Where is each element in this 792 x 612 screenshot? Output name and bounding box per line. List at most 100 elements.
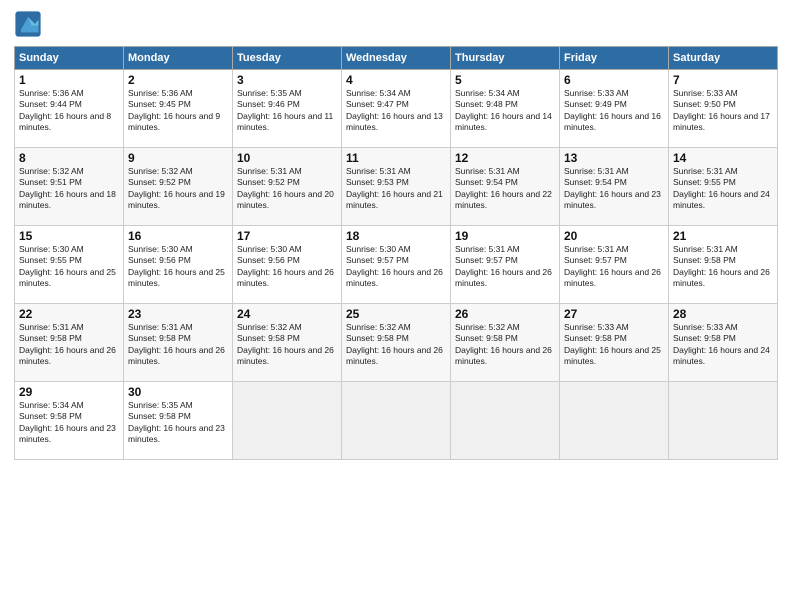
- day-number: 5: [455, 73, 555, 87]
- day-info: Sunrise: 5:32 AMSunset: 9:51 PMDaylight:…: [19, 166, 116, 210]
- table-row: 13 Sunrise: 5:31 AMSunset: 9:54 PMDaylig…: [560, 148, 669, 226]
- table-row: 2 Sunrise: 5:36 AMSunset: 9:45 PMDayligh…: [124, 70, 233, 148]
- table-row: 9 Sunrise: 5:32 AMSunset: 9:52 PMDayligh…: [124, 148, 233, 226]
- table-row: [669, 382, 778, 460]
- table-row: 28 Sunrise: 5:33 AMSunset: 9:58 PMDaylig…: [669, 304, 778, 382]
- day-number: 15: [19, 229, 119, 243]
- day-info: Sunrise: 5:31 AMSunset: 9:54 PMDaylight:…: [455, 166, 552, 210]
- day-number: 17: [237, 229, 337, 243]
- col-header-wednesday: Wednesday: [342, 47, 451, 70]
- day-info: Sunrise: 5:31 AMSunset: 9:54 PMDaylight:…: [564, 166, 661, 210]
- col-header-friday: Friday: [560, 47, 669, 70]
- day-number: 1: [19, 73, 119, 87]
- day-info: Sunrise: 5:35 AMSunset: 9:58 PMDaylight:…: [128, 400, 225, 444]
- table-row: 8 Sunrise: 5:32 AMSunset: 9:51 PMDayligh…: [15, 148, 124, 226]
- table-row: 12 Sunrise: 5:31 AMSunset: 9:54 PMDaylig…: [451, 148, 560, 226]
- table-row: 26 Sunrise: 5:32 AMSunset: 9:58 PMDaylig…: [451, 304, 560, 382]
- header: [14, 10, 778, 38]
- day-number: 25: [346, 307, 446, 321]
- day-info: Sunrise: 5:31 AMSunset: 9:55 PMDaylight:…: [673, 166, 770, 210]
- col-header-tuesday: Tuesday: [233, 47, 342, 70]
- table-row: 21 Sunrise: 5:31 AMSunset: 9:58 PMDaylig…: [669, 226, 778, 304]
- day-number: 12: [455, 151, 555, 165]
- table-row: 30 Sunrise: 5:35 AMSunset: 9:58 PMDaylig…: [124, 382, 233, 460]
- day-number: 20: [564, 229, 664, 243]
- day-info: Sunrise: 5:34 AMSunset: 9:47 PMDaylight:…: [346, 88, 443, 132]
- table-row: 3 Sunrise: 5:35 AMSunset: 9:46 PMDayligh…: [233, 70, 342, 148]
- day-number: 24: [237, 307, 337, 321]
- day-info: Sunrise: 5:31 AMSunset: 9:53 PMDaylight:…: [346, 166, 443, 210]
- day-number: 22: [19, 307, 119, 321]
- day-number: 18: [346, 229, 446, 243]
- day-info: Sunrise: 5:33 AMSunset: 9:49 PMDaylight:…: [564, 88, 661, 132]
- day-info: Sunrise: 5:31 AMSunset: 9:58 PMDaylight:…: [19, 322, 116, 366]
- table-row: 7 Sunrise: 5:33 AMSunset: 9:50 PMDayligh…: [669, 70, 778, 148]
- calendar-week-row: 29 Sunrise: 5:34 AMSunset: 9:58 PMDaylig…: [15, 382, 778, 460]
- day-info: Sunrise: 5:30 AMSunset: 9:57 PMDaylight:…: [346, 244, 443, 288]
- col-header-thursday: Thursday: [451, 47, 560, 70]
- day-number: 30: [128, 385, 228, 399]
- day-number: 2: [128, 73, 228, 87]
- day-info: Sunrise: 5:31 AMSunset: 9:52 PMDaylight:…: [237, 166, 334, 210]
- day-number: 19: [455, 229, 555, 243]
- day-number: 28: [673, 307, 773, 321]
- calendar-week-row: 1 Sunrise: 5:36 AMSunset: 9:44 PMDayligh…: [15, 70, 778, 148]
- table-row: 22 Sunrise: 5:31 AMSunset: 9:58 PMDaylig…: [15, 304, 124, 382]
- day-info: Sunrise: 5:31 AMSunset: 9:58 PMDaylight:…: [673, 244, 770, 288]
- day-number: 8: [19, 151, 119, 165]
- table-row: 6 Sunrise: 5:33 AMSunset: 9:49 PMDayligh…: [560, 70, 669, 148]
- day-info: Sunrise: 5:36 AMSunset: 9:45 PMDaylight:…: [128, 88, 220, 132]
- table-row: 17 Sunrise: 5:30 AMSunset: 9:56 PMDaylig…: [233, 226, 342, 304]
- day-info: Sunrise: 5:33 AMSunset: 9:58 PMDaylight:…: [673, 322, 770, 366]
- table-row: [560, 382, 669, 460]
- day-info: Sunrise: 5:30 AMSunset: 9:55 PMDaylight:…: [19, 244, 116, 288]
- day-info: Sunrise: 5:33 AMSunset: 9:50 PMDaylight:…: [673, 88, 770, 132]
- table-row: 23 Sunrise: 5:31 AMSunset: 9:58 PMDaylig…: [124, 304, 233, 382]
- day-info: Sunrise: 5:35 AMSunset: 9:46 PMDaylight:…: [237, 88, 333, 132]
- table-row: 19 Sunrise: 5:31 AMSunset: 9:57 PMDaylig…: [451, 226, 560, 304]
- table-row: 25 Sunrise: 5:32 AMSunset: 9:58 PMDaylig…: [342, 304, 451, 382]
- table-row: 24 Sunrise: 5:32 AMSunset: 9:58 PMDaylig…: [233, 304, 342, 382]
- calendar-week-row: 15 Sunrise: 5:30 AMSunset: 9:55 PMDaylig…: [15, 226, 778, 304]
- day-number: 23: [128, 307, 228, 321]
- day-info: Sunrise: 5:32 AMSunset: 9:52 PMDaylight:…: [128, 166, 225, 210]
- day-number: 29: [19, 385, 119, 399]
- day-info: Sunrise: 5:31 AMSunset: 9:57 PMDaylight:…: [455, 244, 552, 288]
- day-info: Sunrise: 5:36 AMSunset: 9:44 PMDaylight:…: [19, 88, 111, 132]
- table-row: 14 Sunrise: 5:31 AMSunset: 9:55 PMDaylig…: [669, 148, 778, 226]
- table-row: 1 Sunrise: 5:36 AMSunset: 9:44 PMDayligh…: [15, 70, 124, 148]
- table-row: [342, 382, 451, 460]
- day-number: 7: [673, 73, 773, 87]
- calendar: SundayMondayTuesdayWednesdayThursdayFrid…: [14, 46, 778, 460]
- day-info: Sunrise: 5:34 AMSunset: 9:48 PMDaylight:…: [455, 88, 552, 132]
- day-number: 27: [564, 307, 664, 321]
- table-row: 5 Sunrise: 5:34 AMSunset: 9:48 PMDayligh…: [451, 70, 560, 148]
- table-row: 16 Sunrise: 5:30 AMSunset: 9:56 PMDaylig…: [124, 226, 233, 304]
- col-header-monday: Monday: [124, 47, 233, 70]
- table-row: 20 Sunrise: 5:31 AMSunset: 9:57 PMDaylig…: [560, 226, 669, 304]
- day-number: 21: [673, 229, 773, 243]
- table-row: 27 Sunrise: 5:33 AMSunset: 9:58 PMDaylig…: [560, 304, 669, 382]
- day-info: Sunrise: 5:30 AMSunset: 9:56 PMDaylight:…: [128, 244, 225, 288]
- logo-icon: [14, 10, 42, 38]
- col-header-saturday: Saturday: [669, 47, 778, 70]
- table-row: [451, 382, 560, 460]
- day-number: 14: [673, 151, 773, 165]
- day-info: Sunrise: 5:30 AMSunset: 9:56 PMDaylight:…: [237, 244, 334, 288]
- calendar-week-row: 22 Sunrise: 5:31 AMSunset: 9:58 PMDaylig…: [15, 304, 778, 382]
- day-number: 6: [564, 73, 664, 87]
- day-number: 16: [128, 229, 228, 243]
- header-row: SundayMondayTuesdayWednesdayThursdayFrid…: [15, 47, 778, 70]
- page: SundayMondayTuesdayWednesdayThursdayFrid…: [0, 0, 792, 612]
- table-row: 4 Sunrise: 5:34 AMSunset: 9:47 PMDayligh…: [342, 70, 451, 148]
- day-info: Sunrise: 5:32 AMSunset: 9:58 PMDaylight:…: [237, 322, 334, 366]
- table-row: 15 Sunrise: 5:30 AMSunset: 9:55 PMDaylig…: [15, 226, 124, 304]
- col-header-sunday: Sunday: [15, 47, 124, 70]
- day-number: 13: [564, 151, 664, 165]
- table-row: 11 Sunrise: 5:31 AMSunset: 9:53 PMDaylig…: [342, 148, 451, 226]
- day-number: 3: [237, 73, 337, 87]
- day-info: Sunrise: 5:31 AMSunset: 9:58 PMDaylight:…: [128, 322, 225, 366]
- day-info: Sunrise: 5:31 AMSunset: 9:57 PMDaylight:…: [564, 244, 661, 288]
- day-info: Sunrise: 5:32 AMSunset: 9:58 PMDaylight:…: [455, 322, 552, 366]
- logo: [14, 10, 44, 38]
